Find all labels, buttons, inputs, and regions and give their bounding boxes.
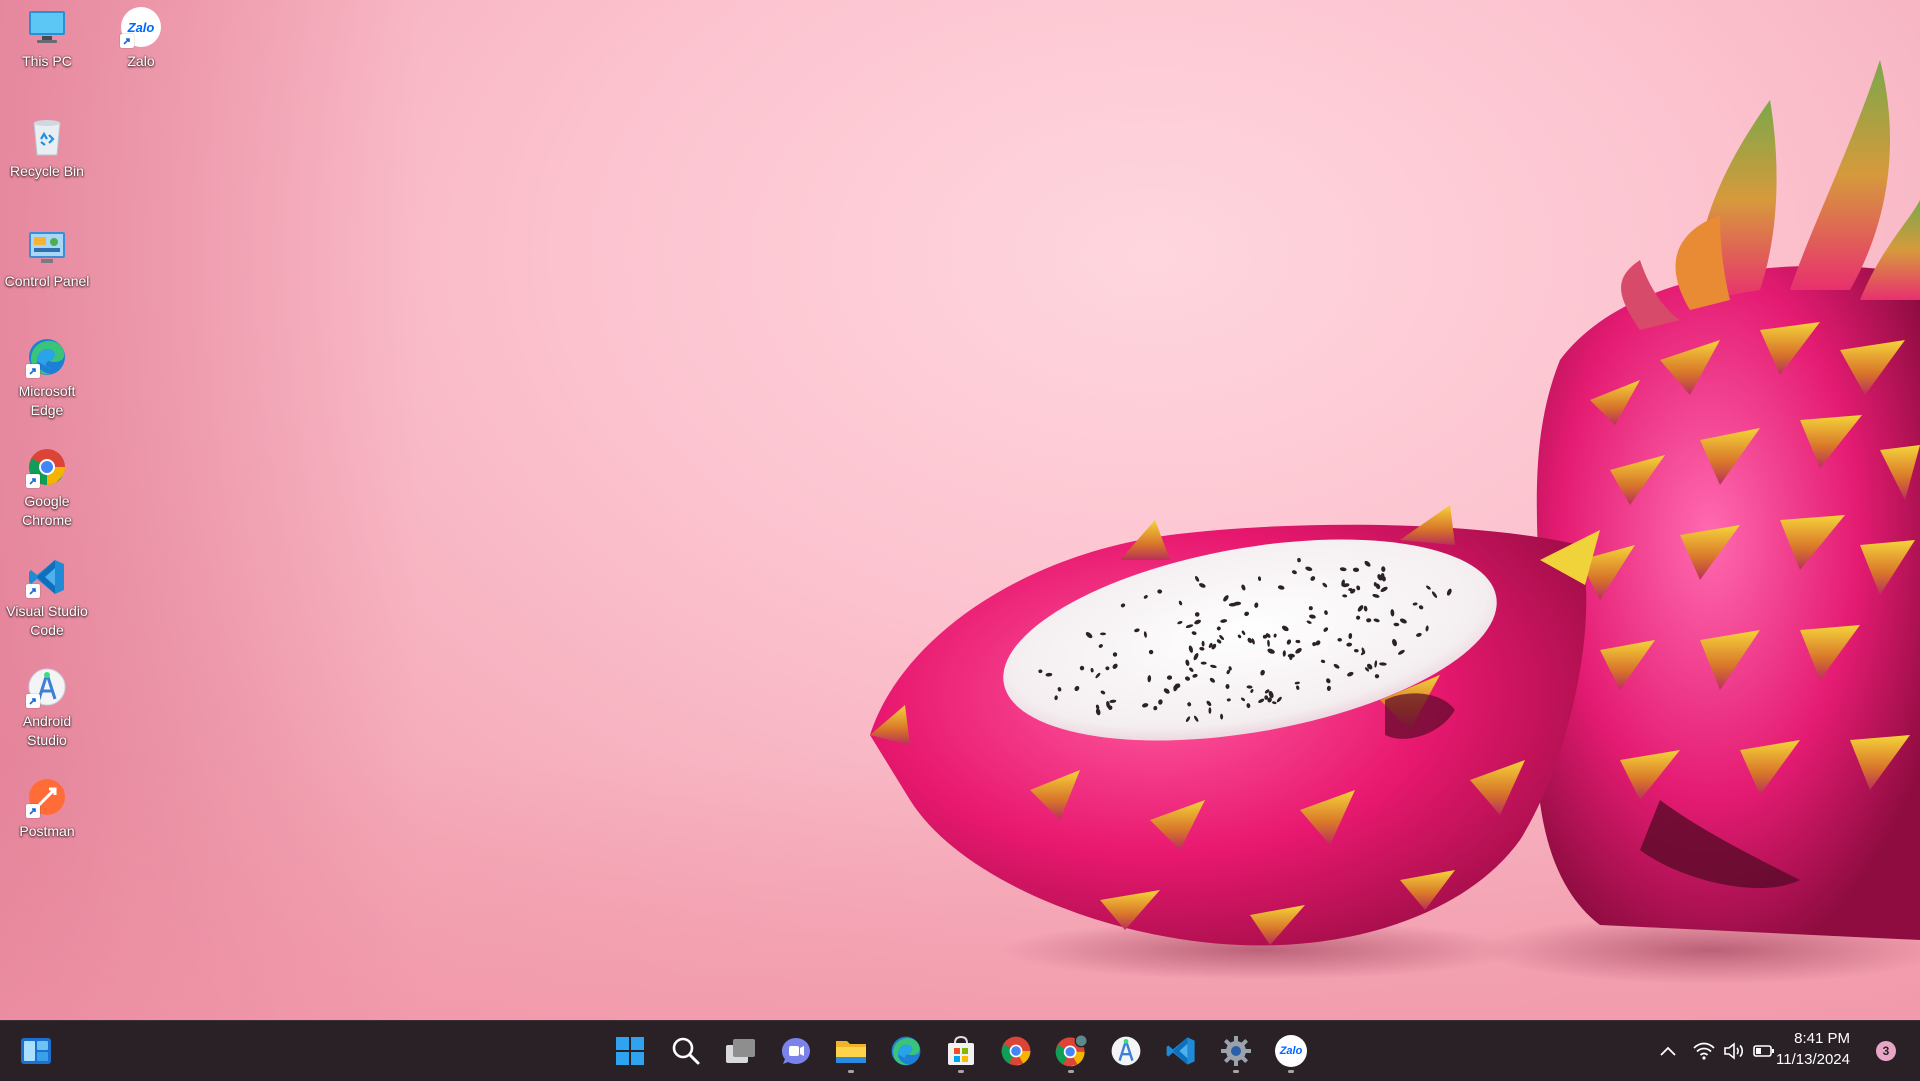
shortcut-arrow-icon	[26, 474, 40, 488]
zalo-icon: Zalo	[1275, 1035, 1307, 1067]
shortcut-arrow-icon	[26, 694, 40, 708]
vscode-icon	[1166, 1037, 1195, 1065]
desktop-icon-visual-studio-code[interactable]: Visual Studio Code	[1, 556, 93, 640]
running-indicator	[1233, 1070, 1239, 1073]
network-button[interactable]	[1692, 1039, 1716, 1063]
desktop-icon-this-pc[interactable]: This PC	[1, 6, 93, 71]
folder-icon	[836, 1041, 866, 1063]
task-view-button[interactable]	[717, 1027, 765, 1075]
search-button[interactable]	[662, 1027, 710, 1075]
file-explorer-button[interactable]	[827, 1027, 875, 1075]
edge-icon	[891, 1036, 921, 1066]
shortcut-arrow-icon	[26, 584, 40, 598]
clock-time[interactable]: 8:41 PM	[1730, 1030, 1850, 1047]
start-button[interactable]	[606, 1027, 654, 1075]
teams-chat-icon	[782, 1038, 810, 1064]
running-indicator	[1068, 1070, 1074, 1073]
desktop-icon-label: Android Studio	[22, 713, 72, 748]
desktop-icon-zalo[interactable]: Zalo Zalo	[95, 6, 187, 71]
dragonfruit-seed	[1100, 632, 1106, 636]
monitor-icon	[26, 6, 68, 48]
shortcut-arrow-icon	[120, 34, 134, 48]
android-studio-taskbar-button[interactable]	[1102, 1027, 1150, 1075]
tray-overflow-button[interactable]	[1656, 1039, 1680, 1063]
dragonfruit-wallpaper-art	[870, 60, 1920, 984]
android-studio-icon	[1111, 1036, 1141, 1066]
recycle-bin-icon	[26, 116, 68, 158]
vscode-icon	[26, 556, 68, 598]
zalo-taskbar-button[interactable]: Zalo	[1267, 1027, 1315, 1075]
zalo-icon: Zalo	[120, 6, 162, 48]
zalo-logo-text: Zalo	[1279, 1045, 1303, 1057]
task-view-icon	[726, 1039, 755, 1063]
desktop-icon-label: Google Chrome	[22, 493, 72, 528]
desktop-icon-microsoft-edge[interactable]: Microsoft Edge	[1, 336, 93, 420]
desktop-icon-label: Postman	[19, 823, 75, 839]
windows-start-icon	[616, 1037, 644, 1065]
chrome-taskbar-button[interactable]	[992, 1027, 1040, 1075]
widgets-icon	[21, 1038, 51, 1064]
chat-button[interactable]	[772, 1027, 820, 1075]
search-icon	[672, 1037, 700, 1065]
clock-date[interactable]: 11/13/2024	[1730, 1051, 1850, 1068]
desktop-icon-label: Recycle Bin	[10, 163, 84, 179]
chrome-profile-taskbar-button[interactable]	[1047, 1027, 1095, 1075]
running-indicator	[958, 1070, 964, 1073]
chrome-profile-icon	[1055, 1034, 1088, 1067]
postman-icon	[26, 776, 68, 818]
desktop-icon-label: Zalo	[127, 53, 155, 69]
shortcut-arrow-icon	[26, 804, 40, 818]
shortcut-arrow-icon	[26, 364, 40, 378]
desktop-icon-google-chrome[interactable]: Google Chrome	[1, 446, 93, 530]
taskbar: Zalo 8:41 PM 11/13/2024 3	[0, 1020, 1920, 1081]
desktop-icon-postman[interactable]: Postman	[1, 776, 93, 841]
desktop-icon-control-panel[interactable]: Control Panel	[1, 226, 93, 291]
chrome-icon	[1001, 1036, 1031, 1066]
running-indicator	[848, 1070, 854, 1073]
settings-taskbar-button[interactable]	[1212, 1027, 1260, 1075]
vscode-taskbar-button[interactable]	[1157, 1027, 1205, 1075]
desktop-icon-label: Visual Studio Code	[6, 603, 88, 638]
desktop-wallpaper: This PC Zalo Zalo Recycle Bin Control Pa…	[0, 0, 1920, 1020]
store-button[interactable]	[937, 1027, 985, 1075]
store-icon	[948, 1035, 974, 1065]
zalo-logo-text: Zalo	[127, 19, 155, 35]
desktop-icon-label: Microsoft Edge	[18, 383, 76, 418]
edge-icon	[26, 336, 68, 378]
android-studio-icon	[26, 666, 68, 708]
chrome-icon	[26, 446, 68, 488]
desktop-icon-android-studio[interactable]: Android Studio	[1, 666, 93, 750]
notification-badge[interactable]: 3	[1876, 1041, 1896, 1061]
dragonfruit-seed	[1208, 707, 1212, 714]
desktop-icon-recycle-bin[interactable]: Recycle Bin	[1, 116, 93, 181]
running-indicator	[1288, 1070, 1294, 1073]
widgets-button[interactable]	[12, 1027, 60, 1075]
desktop-icon-label: This PC	[22, 53, 72, 69]
desktop-icon-label: Control Panel	[4, 273, 90, 289]
wifi-icon	[1693, 1042, 1715, 1060]
edge-taskbar-button[interactable]	[882, 1027, 930, 1075]
control-panel-icon	[26, 226, 68, 268]
chevron-up-icon	[1660, 1046, 1676, 1056]
gear-icon	[1221, 1036, 1251, 1066]
